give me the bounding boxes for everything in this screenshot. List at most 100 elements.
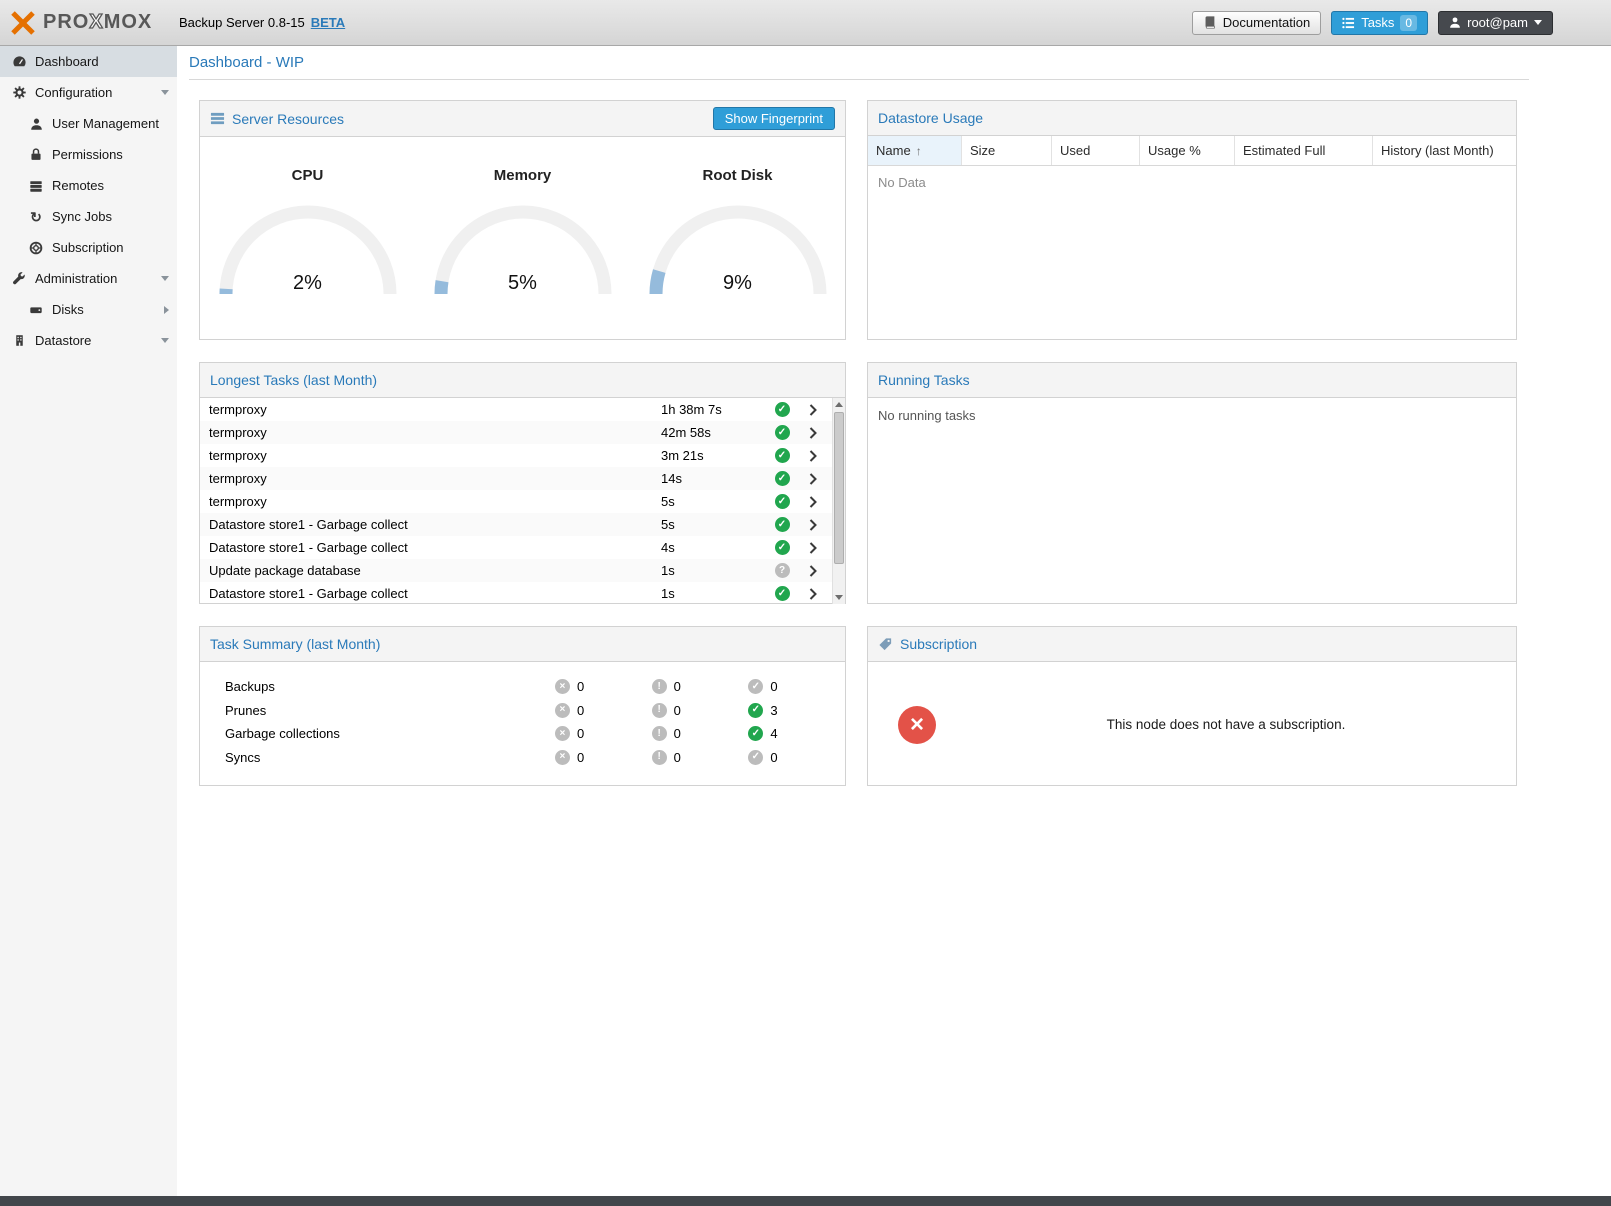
- task-status-icon: ✓: [775, 540, 790, 555]
- page-title: Dashboard - WIP: [189, 46, 1529, 80]
- task-duration: 4s: [661, 540, 765, 555]
- task-row[interactable]: termproxy 3m 21s ✓: [200, 444, 845, 467]
- task-status-icon: ✓: [775, 586, 790, 601]
- sidebar-item-datastore[interactable]: Datastore: [0, 325, 177, 356]
- task-duration: 5s: [661, 494, 765, 509]
- chevron-right-icon[interactable]: [799, 565, 827, 577]
- panel-title: Task Summary (last Month): [210, 636, 380, 652]
- chevron-right-icon[interactable]: [799, 542, 827, 554]
- product-version: Backup Server 0.8-15: [179, 15, 305, 30]
- grid-header: Name↑ Size Used Usage % Estimated Full H…: [868, 136, 1516, 166]
- building-icon: [10, 333, 28, 348]
- datastore-usage-panel: Datastore Usage Name↑ Size Used Usage % …: [867, 100, 1517, 340]
- sidebar-item-dashboard[interactable]: Dashboard: [0, 46, 177, 77]
- task-status-icon: ✓: [775, 425, 790, 440]
- chevron-right-icon[interactable]: [799, 427, 827, 439]
- chevron-down-icon[interactable]: [161, 338, 169, 343]
- task-name: termproxy: [209, 402, 661, 417]
- task-row[interactable]: Datastore store1 - Garbage collect 4s ✓: [200, 536, 845, 559]
- error-count: 0: [577, 750, 584, 765]
- bottom-bar: [0, 1196, 1611, 1206]
- chevron-right-icon[interactable]: [799, 519, 827, 531]
- task-status-icon: ✓: [775, 448, 790, 463]
- task-name: Datastore store1 - Garbage collect: [209, 586, 661, 601]
- gauge-value: 9%: [643, 272, 833, 295]
- chevron-right-icon[interactable]: [799, 473, 827, 485]
- task-row[interactable]: termproxy 1h 38m 7s ✓: [200, 398, 845, 421]
- chevron-right-icon[interactable]: [799, 588, 827, 600]
- summary-label: Garbage collections: [225, 726, 555, 741]
- warning-count: 0: [674, 703, 681, 718]
- sidebar-item-remotes[interactable]: Remotes: [0, 170, 177, 201]
- empty-grid-text: No Data: [868, 166, 1516, 199]
- sidebar-item-permissions[interactable]: Permissions: [0, 139, 177, 170]
- sidebar-item-disks[interactable]: Disks: [0, 294, 177, 325]
- chevron-right-icon[interactable]: [164, 306, 169, 314]
- scrollbar[interactable]: [832, 398, 845, 604]
- task-status-icon: ✓: [775, 517, 790, 532]
- tachometer-icon: [10, 54, 28, 69]
- show-fingerprint-button[interactable]: Show Fingerprint: [713, 107, 835, 130]
- server-resources-panel: Server Resources Show Fingerprint CPU 2%: [199, 100, 846, 340]
- chevron-right-icon[interactable]: [799, 450, 827, 462]
- task-row[interactable]: termproxy 5s ✓: [200, 490, 845, 513]
- column-header-used[interactable]: Used: [1052, 136, 1140, 165]
- life-ring-icon: [27, 241, 45, 255]
- task-list-icon: [1342, 17, 1355, 29]
- sidebar-item-subscription[interactable]: Subscription: [0, 232, 177, 263]
- server-list-icon: [27, 179, 45, 193]
- longest-tasks-panel: Longest Tasks (last Month) termproxy 1h …: [199, 362, 846, 604]
- sidebar-item-sync-jobs[interactable]: ↻ Sync Jobs: [0, 201, 177, 232]
- user-menu-button[interactable]: root@pam: [1438, 11, 1553, 35]
- task-row[interactable]: Datastore store1 - Garbage collect 1s ✓: [200, 582, 845, 604]
- chevron-down-icon[interactable]: [161, 276, 169, 281]
- column-header-name[interactable]: Name↑: [868, 136, 962, 165]
- beta-link[interactable]: BETA: [311, 15, 345, 30]
- sort-ascending-icon: ↑: [916, 144, 922, 158]
- sidebar-item-label: Datastore: [35, 333, 91, 348]
- panel-title: Datastore Usage: [878, 110, 983, 126]
- task-name: Datastore store1 - Garbage collect: [209, 517, 661, 532]
- sidebar-item-user-management[interactable]: User Management: [0, 108, 177, 139]
- column-header-history[interactable]: History (last Month): [1373, 136, 1516, 165]
- book-icon: [1203, 15, 1217, 30]
- brand-wordmark: PROXMOX: [43, 11, 152, 34]
- ok-count: 0: [770, 750, 777, 765]
- user-icon: [1449, 16, 1461, 29]
- task-row[interactable]: termproxy 42m 58s ✓: [200, 421, 845, 444]
- root-disk-gauge: Root Disk 9%: [630, 137, 845, 341]
- documentation-button[interactable]: Documentation: [1192, 11, 1321, 35]
- panel-title: Longest Tasks (last Month): [210, 372, 377, 388]
- tasks-button[interactable]: Tasks 0: [1331, 11, 1428, 35]
- ok-count-icon: ✓: [748, 679, 763, 694]
- cpu-gauge: CPU 2%: [200, 137, 415, 341]
- summary-label: Backups: [225, 679, 555, 694]
- chevron-down-icon[interactable]: [161, 90, 169, 95]
- scroll-down-icon[interactable]: [833, 591, 845, 604]
- running-tasks-panel: Running Tasks No running tasks: [867, 362, 1517, 604]
- sidebar-item-configuration[interactable]: Configuration: [0, 77, 177, 108]
- task-duration: 42m 58s: [661, 425, 765, 440]
- task-row[interactable]: termproxy 14s ✓: [200, 467, 845, 490]
- task-name: Datastore store1 - Garbage collect: [209, 540, 661, 555]
- tasks-count-badge: 0: [1400, 15, 1417, 31]
- ticket-icon: [878, 637, 893, 652]
- scrollbar-thumb[interactable]: [834, 412, 844, 564]
- chevron-right-icon[interactable]: [799, 404, 827, 416]
- task-row[interactable]: Update package database 1s ?: [200, 559, 845, 582]
- column-header-size[interactable]: Size: [962, 136, 1052, 165]
- task-row[interactable]: Datastore store1 - Garbage collect 5s ✓: [200, 513, 845, 536]
- sidebar-item-administration[interactable]: Administration: [0, 263, 177, 294]
- summary-row: Backups ×0 !0 ✓0: [200, 675, 845, 699]
- column-header-estimated-full[interactable]: Estimated Full: [1235, 136, 1373, 165]
- task-name: termproxy: [209, 494, 661, 509]
- panel-title: Running Tasks: [878, 372, 970, 388]
- chevron-right-icon[interactable]: [799, 496, 827, 508]
- sidebar-item-label: User Management: [52, 116, 159, 131]
- column-header-usage-pct[interactable]: Usage %: [1140, 136, 1235, 165]
- warning-count-icon: !: [652, 679, 667, 694]
- scroll-up-icon[interactable]: [833, 398, 845, 411]
- error-count-icon: ×: [555, 679, 570, 694]
- task-duration: 14s: [661, 471, 765, 486]
- task-duration: 1h 38m 7s: [661, 402, 765, 417]
